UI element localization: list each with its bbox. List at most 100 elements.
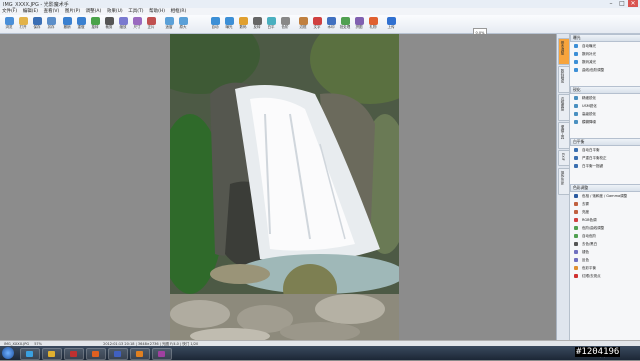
list-item[interactable]: 自动曝光 [570,42,640,50]
desaturate-icon [574,242,578,246]
tab-history[interactable]: 操作历史 [558,168,570,195]
auto-button[interactable]: 自动 [208,16,222,32]
rotate-icon [90,17,100,25]
list-item[interactable]: 红眼/去斑点 [570,272,640,280]
list-item[interactable]: 模糊降噪 [570,118,640,126]
upload-button[interactable]: 上传 [384,16,398,32]
exposure-button[interactable]: 曝光 [222,16,236,32]
curves-icon [574,68,578,72]
list-item[interactable]: 高级锐化 [570,110,640,118]
redo-button[interactable]: 重做 [74,16,88,32]
resize-button[interactable]: 缩放 [116,16,130,32]
fit-window-button[interactable]: 适窗 [162,16,176,32]
taskbar-app[interactable] [64,348,84,360]
tab-border-layers[interactable]: 边框图层 [558,94,570,121]
watermark-id: #1204196 [575,347,621,357]
tab-exif[interactable]: EXIF [558,150,570,166]
tab-darkroom[interactable]: 数码暗房 [558,66,570,93]
text-button[interactable]: 文字 [310,16,324,32]
list-item[interactable]: 色相 / 饱和度 / Gamma调整 [570,192,640,200]
list-item[interactable]: 色阶/曲线调整 [570,224,640,232]
taskbar-app[interactable] [108,348,128,360]
menu-frame[interactable]: 相框(R) [169,8,189,15]
list-item[interactable]: 数码减光 [570,58,640,66]
watermark-icon [326,17,336,25]
close-button[interactable]: ✕ [628,0,638,7]
menu-edit[interactable]: 编辑(E) [21,8,40,15]
menu-tools[interactable]: 工具(T) [126,8,145,15]
menu-view[interactable]: 查看(V) [42,8,62,15]
panel-body: 曝光 自动曝光 数码补光 数码减光 曲线/色阶调整 锐化 精细锐化 USM锐化 … [570,34,640,340]
digital-button[interactable]: 数码 [236,16,250,32]
red-eye-icon [574,274,578,278]
watermark-button[interactable]: 水印 [324,16,338,32]
list-item[interactable]: 去色/黑白 [570,240,640,248]
wb-onekey-icon [574,164,578,168]
list-item[interactable]: 褪色 [570,248,640,256]
word-icon [114,351,121,357]
levels-button[interactable]: 色阶 [278,16,292,32]
save-as-button[interactable]: 另存 [44,16,58,32]
gift-button[interactable]: 礼物 [366,16,380,32]
save-button[interactable]: 保存 [30,16,44,32]
list-item[interactable]: 反色 [570,256,640,264]
batch-button[interactable]: 批处理 [338,16,352,32]
section-header[interactable]: 曝光 [570,34,640,42]
tab-quick-tools[interactable]: 便捷工具 [558,122,570,149]
menu-help[interactable]: 帮助(H) [147,8,167,15]
list-item[interactable]: 曲线/色阶调整 [570,66,640,74]
browse-button[interactable]: 浏览 [2,16,16,32]
rotate-button[interactable]: 旋转 [88,16,102,32]
list-item[interactable]: 精细锐化 [570,94,640,102]
list-item[interactable]: USM锐化 [570,102,640,110]
taskbar-app[interactable] [42,348,62,360]
list-item[interactable]: 数码补光 [570,50,640,58]
menu-adjust[interactable]: 调整(A) [84,8,104,15]
digital-icon [238,17,248,25]
actual-size-icon [178,17,188,25]
white-balance-button[interactable]: 白平 [264,16,278,32]
list-item[interactable]: RGB色调 [570,216,640,224]
menu-image[interactable]: 图片(P) [63,8,82,15]
media-icon [70,351,77,357]
open-icon [18,17,28,25]
minimize-button[interactable]: – [606,0,616,7]
list-item[interactable]: 去雾 [570,200,640,208]
taskbar-app[interactable] [152,348,172,360]
actual-size-button[interactable]: 原大 [176,16,190,32]
invert-button[interactable]: 反转 [250,16,264,32]
section-header[interactable]: 白平衡 [570,138,640,146]
reduce-light-icon [574,60,578,64]
list-item[interactable]: 白平衡一指键 [570,162,640,170]
size-button[interactable]: 尺寸 [130,16,144,32]
maximize-button[interactable]: □ [617,0,627,7]
rgb-icon [574,218,578,222]
open-button[interactable]: 打开 [16,16,30,32]
taskbar-app[interactable] [20,348,40,360]
magnifier-icon [210,17,220,25]
list-item[interactable]: 自动色阶 [570,232,640,240]
taskbar-app[interactable] [86,348,106,360]
tab-basic-adjust[interactable]: 基本调整 [558,38,570,65]
denoise-icon [574,120,578,124]
gift-icon [368,17,378,25]
list-item[interactable]: 色彩平衡 [570,264,640,272]
crop-button[interactable]: 裁剪 [102,16,116,32]
collage-button[interactable]: 拼图 [352,16,366,32]
redo-icon [76,17,86,25]
section-header[interactable]: 色彩调整 [570,184,640,192]
taskbar-app[interactable] [130,348,150,360]
list-item[interactable]: 严重白平衡校正 [570,154,640,162]
menu-effects[interactable]: 效果(U) [105,8,125,15]
image-canvas[interactable] [0,34,556,340]
disk-icon [32,17,42,25]
border-button[interactable]: 边框 [296,16,310,32]
list-item[interactable]: 自动白平衡 [570,146,640,154]
upload-icon [386,17,396,25]
list-item[interactable]: 亮度 [570,208,640,216]
slide-button[interactable]: 正片 [144,16,158,32]
menu-file[interactable]: 文件(F) [0,8,19,15]
start-button[interactable] [2,347,14,359]
undo-button[interactable]: 撤销 [60,16,74,32]
section-header[interactable]: 锐化 [570,86,640,94]
